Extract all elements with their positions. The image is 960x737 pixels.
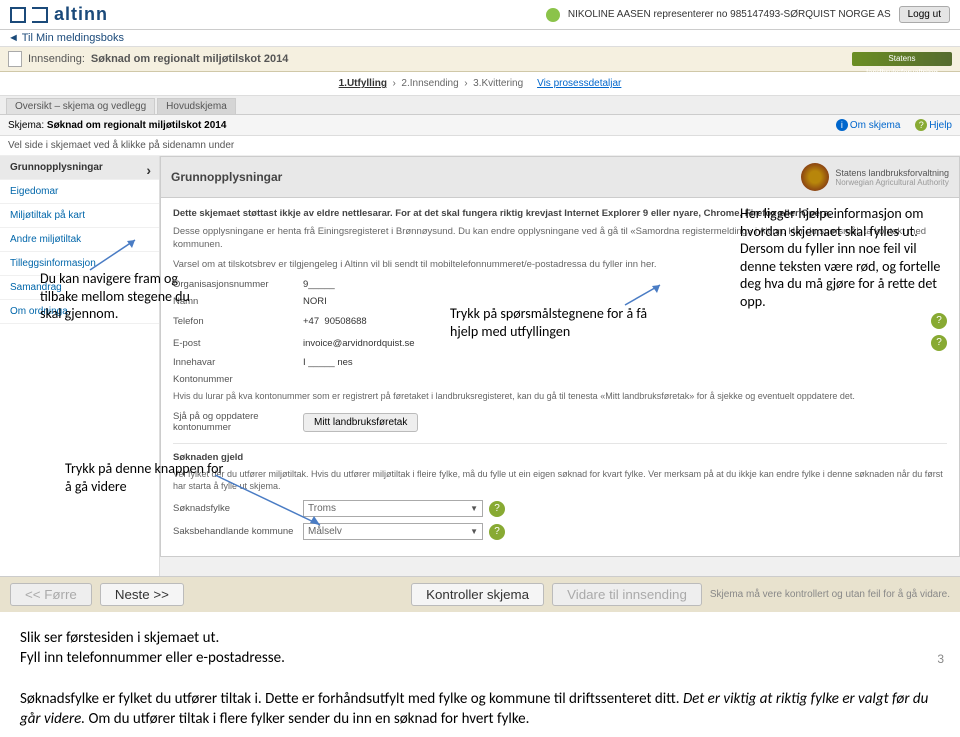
sidebar-item-miljotiltak-kart[interactable]: Miljøtiltak på kart [0, 204, 159, 228]
altinn-logo: altinn [10, 4, 108, 25]
crest-icon [801, 163, 829, 191]
field-innehavar: Innehavar I _____ nes [173, 357, 947, 368]
annotation-next-button: Trykk på denne knappen for å gå videre [65, 460, 225, 495]
konto-help-text: Hvis du lurar på kva kontonummer som er … [173, 391, 947, 403]
field-kontonummer: Kontonummer [173, 374, 947, 385]
send-button[interactable]: Vidare til innsending [552, 583, 702, 606]
schema-label: Skjema: [8, 120, 44, 131]
kommune-dropdown[interactable]: Målselv [303, 523, 483, 540]
help-icon-kommune[interactable]: ? [489, 524, 505, 540]
submission-title: Søknad om regionalt miljøtilskot 2014 [91, 53, 288, 65]
konto-label: Kontonummer [173, 374, 303, 385]
schema-header: Skjema: Søknad om regionalt miljøtilskot… [0, 115, 960, 136]
process-details-link[interactable]: Vis prosessdetaljar [537, 78, 621, 89]
caption-line-1: Slik ser førstesiden i skjemaet ut. [20, 628, 940, 648]
form-card-header: Grunnopplysningar Statens landbruksforva… [161, 157, 959, 198]
annotation-navigate: Du kan navigere fram og tilbake mellom s… [40, 270, 190, 323]
orgnr-label: Organisasjonsnummer [173, 279, 303, 290]
altinn-logo-text: altinn [54, 4, 108, 25]
help-link[interactable]: ?Hjelp [915, 120, 952, 131]
steps-bar: 1.Utfylling › 2.Innsending › 3.Kvitterin… [0, 72, 960, 96]
bottom-note: Skjema må vere kontrollert og utan feil … [710, 589, 950, 600]
page-number: 3 [937, 652, 944, 666]
header-user-area: NIKOLINE AASEN representerer no 98514749… [546, 6, 950, 23]
sjaa-label: Sjå på og oppdatere kontonummer [173, 411, 303, 433]
epost-label: E-post [173, 338, 303, 349]
section-soknaden-gjeld: Søknaden gjeld [173, 443, 947, 463]
arrow-1 [85, 235, 145, 275]
caption-line-2: Fyll inn telefonnummer eller e-postadres… [20, 648, 940, 668]
arrow-4 [210, 470, 330, 530]
step-3: 3.Kvittering [473, 78, 523, 89]
help-icon-telefon[interactable]: ? [931, 313, 947, 329]
authority-logo: Statens landbruksforvaltning [852, 52, 952, 66]
innehavar-value: I _____ nes [303, 357, 947, 368]
logout-button[interactable]: Logg ut [899, 6, 950, 23]
tlf-prefix: +47 [303, 316, 319, 327]
annotation-questionmarks: Trykk på spørsmålstegnene for å få hjelp… [450, 305, 670, 340]
arrow-2 [620, 280, 670, 310]
file-icon [8, 51, 22, 67]
step-2: 2.Innsending [401, 78, 458, 89]
sidebar-item-eigedomar[interactable]: Eigedomar [0, 180, 159, 204]
user-text: NIKOLINE AASEN representerer no 98514749… [568, 9, 891, 20]
mitt-foretak-button[interactable]: Mitt landbruksføretak [303, 413, 418, 432]
tabs-bar: Oversikt – skjema og vedlegg Hovudskjema [0, 96, 960, 115]
check-schema-button[interactable]: Kontroller skjema [411, 583, 544, 606]
tlf-label: Telefon [173, 316, 303, 327]
form-heading: Grunnopplysningar [171, 170, 282, 184]
field-mitt-foretak: Sjå på og oppdatere kontonummer Mitt lan… [173, 411, 947, 433]
authority-name: Statens landbruksforvaltning [835, 168, 949, 178]
authority-sub: Norwegian Agricultural Authority [835, 178, 949, 187]
tlf-value: 90508688 [324, 316, 366, 327]
back-link[interactable]: Til Min meldingsboks [0, 30, 960, 47]
caption-line-3: Søknadsfylke er fylket du utfører tiltak… [20, 689, 940, 730]
submission-prefix: Innsending: [28, 53, 85, 65]
fylke-dropdown[interactable]: Troms [303, 500, 483, 517]
innehavar-label: Innehavar [173, 357, 303, 368]
help-icon-epost[interactable]: ? [931, 335, 947, 351]
help-icon-fylke[interactable]: ? [489, 501, 505, 517]
title-bar: Innsending: Søknad om regionalt miljøtil… [0, 47, 960, 72]
annotation-helpinfo: Her ligger hjelpeinformasjon om hvordan … [740, 205, 950, 310]
page-caption: Slik ser førstesiden i skjemaet ut. Fyll… [0, 612, 960, 737]
tab-mainform[interactable]: Hovudskjema [157, 98, 236, 114]
sidebar-item-grunnopplysningar[interactable]: Grunnopplysningar [0, 156, 159, 180]
step-1[interactable]: 1.Utfylling [339, 78, 387, 89]
user-icon [546, 8, 560, 22]
bottom-nav-bar: << Førre Neste >> Kontroller skjema Vida… [0, 576, 960, 612]
help-link-label: Hjelp [929, 120, 952, 131]
about-schema-link[interactable]: iOm skjema [836, 120, 901, 131]
prev-button[interactable]: << Førre [10, 583, 92, 606]
namn-label: Namn [173, 296, 303, 307]
altinn-header: altinn NIKOLINE AASEN representerer no 9… [0, 0, 960, 30]
next-button[interactable]: Neste >> [100, 583, 184, 606]
back-link-label: Til Min meldingsboks [22, 32, 124, 44]
tab-overview[interactable]: Oversikt – skjema og vedlegg [6, 98, 155, 114]
about-schema-label: Om skjema [850, 120, 901, 131]
page-instruction: Vel side i skjemaet ved å klikke på side… [0, 136, 960, 156]
form-sidebar: Grunnopplysningar Eigedomar Miljøtiltak … [0, 156, 160, 576]
schema-name: Søknad om regionalt miljøtilskot 2014 [47, 120, 227, 131]
